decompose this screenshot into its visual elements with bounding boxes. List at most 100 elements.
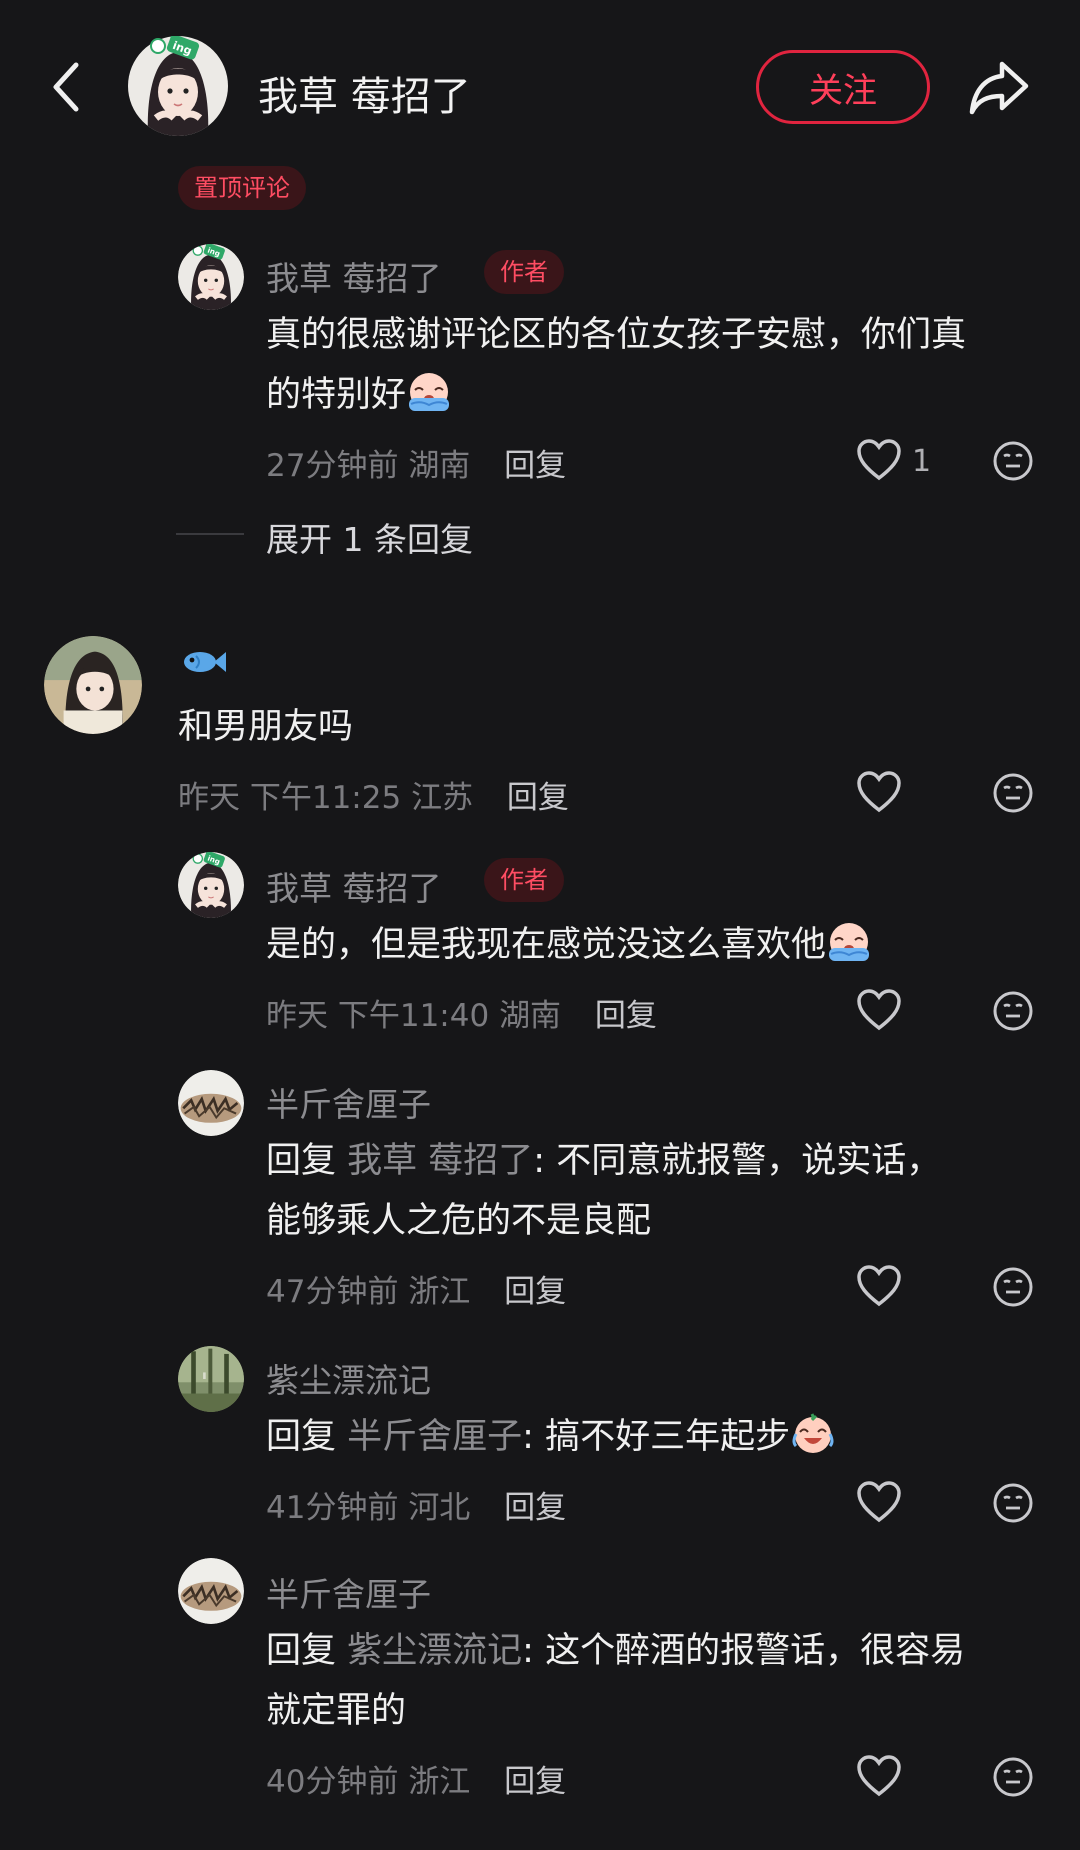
reaction-button[interactable] bbox=[992, 1756, 1034, 1798]
comment-text: 是的，但是我现在感觉没这么喜欢他 bbox=[266, 916, 872, 974]
comment-meta: 47分钟前 浙江 回复 bbox=[266, 1266, 566, 1311]
share-icon bbox=[969, 61, 1029, 115]
heart-icon bbox=[857, 1755, 901, 1797]
reaction-button[interactable] bbox=[992, 440, 1034, 482]
comment-author-name[interactable]: 半斤舍厘子 bbox=[266, 1078, 431, 1126]
follow-button[interactable]: 关注 bbox=[756, 50, 930, 124]
comment-location: 浙江 bbox=[408, 1274, 471, 1310]
neutral-face-icon bbox=[993, 1757, 1033, 1797]
comment-time: 27分钟前 bbox=[266, 448, 399, 484]
comment-text: 的特别好 bbox=[266, 366, 452, 424]
crying-face-icon bbox=[408, 372, 451, 412]
comment-text: 就定罪的 bbox=[266, 1691, 407, 1731]
back-button[interactable] bbox=[42, 55, 92, 119]
heart-icon bbox=[857, 1265, 901, 1307]
comment-location: 河北 bbox=[408, 1490, 471, 1526]
comment-author-name[interactable]: 紫尘漂流记 bbox=[266, 1354, 431, 1402]
comment-text: 回复 我草 莓招了: 不同意就报警，说实话， bbox=[266, 1132, 941, 1190]
divider bbox=[176, 533, 244, 535]
chevron-left-icon bbox=[53, 62, 79, 112]
share-button[interactable] bbox=[966, 56, 1032, 118]
comment-text-line: : 这个醉酒的报警话，很容易 bbox=[522, 1631, 966, 1671]
user-avatar-image bbox=[178, 1070, 244, 1136]
avatar[interactable] bbox=[178, 1346, 244, 1412]
user-avatar-image bbox=[178, 244, 244, 310]
comment-author-name[interactable]: 半斤舍厘子 bbox=[266, 1568, 431, 1616]
reply-button[interactable]: 回复 bbox=[504, 448, 566, 484]
avatar[interactable] bbox=[178, 1070, 244, 1136]
reaction-button[interactable] bbox=[992, 1482, 1034, 1524]
pinned-comment-badge: 置顶评论 bbox=[178, 166, 306, 210]
neutral-face-icon bbox=[993, 991, 1033, 1031]
comment-text: 真的很感谢评论区的各位女孩子安慰，你们真 bbox=[266, 306, 966, 364]
comment-text-line: 的特别好 bbox=[266, 375, 407, 415]
fish-icon bbox=[184, 652, 226, 672]
comment-location: 湖南 bbox=[408, 448, 471, 484]
like-button[interactable] bbox=[856, 438, 902, 482]
user-avatar-image bbox=[128, 36, 228, 136]
reply-button[interactable]: 回复 bbox=[595, 998, 657, 1034]
comment-author-name[interactable]: 我草 莓招了 bbox=[266, 252, 442, 300]
comment-meta: 昨天 下午11:25 江苏 回复 bbox=[178, 772, 569, 817]
header-bar: 我草 莓招了 关注 bbox=[0, 0, 1080, 175]
heart-icon bbox=[857, 439, 901, 481]
avatar[interactable] bbox=[44, 636, 142, 734]
reply-button[interactable]: 回复 bbox=[504, 1490, 566, 1526]
like-button[interactable] bbox=[856, 1754, 902, 1798]
comment-time: 昨天 下午11:25 bbox=[178, 780, 402, 816]
crying-face-icon bbox=[828, 922, 871, 962]
comment-text: 能够乘人之危的不是良配 bbox=[266, 1201, 652, 1241]
comment-time: 40分钟前 bbox=[266, 1764, 399, 1800]
comment-text-line: 真的很感谢评论区的各位女孩子安慰，你们真 bbox=[266, 315, 967, 355]
neutral-face-icon bbox=[993, 1267, 1033, 1307]
avatar[interactable] bbox=[128, 36, 228, 136]
reaction-button[interactable] bbox=[992, 1266, 1034, 1308]
reply-button[interactable]: 回复 bbox=[507, 780, 569, 816]
expand-replies-button[interactable]: 展开 1 条回复 bbox=[266, 513, 473, 561]
comment-text-line: 是的，但是我现在感觉没这么喜欢他 bbox=[266, 925, 827, 965]
reply-to-user[interactable]: 紫尘漂流记 bbox=[347, 1631, 522, 1671]
comment-time: 41分钟前 bbox=[266, 1490, 399, 1526]
neutral-face-icon bbox=[993, 441, 1033, 481]
comment-text-line: : 不同意就报警，说实话， bbox=[533, 1141, 942, 1181]
comment-meta: 40分钟前 浙江 回复 bbox=[266, 1756, 566, 1801]
like-button[interactable] bbox=[856, 988, 902, 1032]
comment-time: 47分钟前 bbox=[266, 1274, 399, 1310]
like-button[interactable] bbox=[856, 1480, 902, 1524]
reply-prefix: 回复 bbox=[266, 1417, 337, 1457]
comment-location: 湖南 bbox=[499, 998, 562, 1034]
comment-author-name[interactable] bbox=[178, 642, 228, 690]
like-button[interactable] bbox=[856, 770, 902, 814]
reply-prefix: 回复 bbox=[266, 1631, 337, 1671]
reply-button[interactable]: 回复 bbox=[504, 1274, 566, 1310]
like-button[interactable] bbox=[856, 1264, 902, 1308]
reply-to-user[interactable]: 半斤舍厘子 bbox=[347, 1417, 522, 1457]
reply-to-user[interactable]: 我草 莓招了 bbox=[347, 1141, 533, 1181]
author-badge: 作者 bbox=[484, 250, 564, 294]
comment-author-name[interactable]: 我草 莓招了 bbox=[266, 862, 442, 910]
avatar[interactable] bbox=[178, 1558, 244, 1624]
avatar[interactable] bbox=[178, 852, 244, 918]
author-badge: 作者 bbox=[484, 858, 564, 902]
like-count: 1 bbox=[912, 444, 932, 479]
heart-icon bbox=[857, 771, 901, 813]
comment-text: 回复 紫尘漂流记: 这个醉酒的报警话，很容易 bbox=[266, 1622, 965, 1680]
user-avatar-image bbox=[44, 636, 142, 734]
comment-text-line: : 搞不好三年起步 bbox=[522, 1417, 791, 1457]
reply-button[interactable]: 回复 bbox=[504, 1764, 566, 1800]
comment-text: 和男朋友吗 bbox=[178, 707, 354, 747]
laugh-cry-face-icon bbox=[792, 1413, 834, 1453]
neutral-face-icon bbox=[993, 773, 1033, 813]
reply-prefix: 回复 bbox=[266, 1141, 337, 1181]
heart-icon bbox=[857, 1481, 901, 1523]
reaction-button[interactable] bbox=[992, 772, 1034, 814]
user-avatar-image bbox=[178, 1558, 244, 1624]
comment-text: 回复 半斤舍厘子: 搞不好三年起步 bbox=[266, 1408, 836, 1466]
user-avatar-image bbox=[178, 1346, 244, 1412]
user-avatar-image bbox=[178, 852, 244, 918]
avatar[interactable] bbox=[178, 244, 244, 310]
heart-icon bbox=[857, 989, 901, 1031]
reaction-button[interactable] bbox=[992, 990, 1034, 1032]
page-title[interactable]: 我草 莓招了 bbox=[258, 64, 471, 122]
comment-meta: 昨天 下午11:40 湖南 回复 bbox=[266, 990, 657, 1035]
